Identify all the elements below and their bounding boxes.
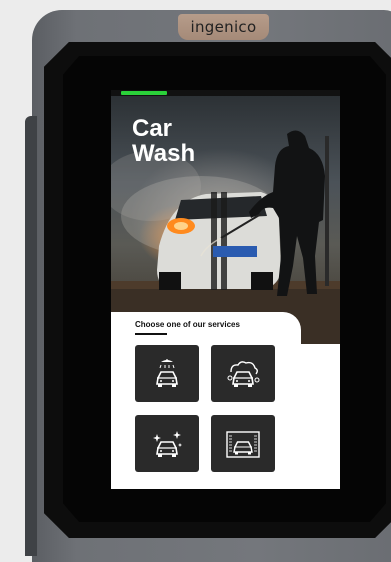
services-heading: Choose one of our services bbox=[135, 320, 240, 329]
hero-title-line1: Car bbox=[132, 115, 173, 142]
car-foam-wash-icon bbox=[227, 360, 260, 387]
service-brush-tunnel-button[interactable] bbox=[211, 415, 275, 472]
heading-underline bbox=[135, 333, 167, 335]
service-foam-wash-button[interactable] bbox=[211, 345, 275, 402]
car-shine-icon bbox=[153, 430, 182, 457]
hero-title: Car Wash bbox=[132, 116, 232, 166]
service-shine-button[interactable] bbox=[135, 415, 199, 472]
kiosk-screen: Car Wash Choose one of our services bbox=[111, 90, 340, 489]
progress-fill bbox=[121, 91, 167, 95]
car-shower-wash-icon bbox=[156, 358, 178, 387]
brand-logo: ingenico bbox=[190, 18, 257, 36]
services-panel: Choose one of our services bbox=[111, 312, 301, 489]
service-shower-wash-button[interactable] bbox=[135, 345, 199, 402]
car-brush-tunnel-icon bbox=[226, 430, 260, 458]
hero-title-line2: Wash bbox=[132, 140, 196, 167]
hero-image: Car Wash bbox=[111, 96, 340, 344]
brand-plate: ingenico bbox=[178, 14, 269, 40]
housing-side-edge bbox=[25, 116, 37, 556]
